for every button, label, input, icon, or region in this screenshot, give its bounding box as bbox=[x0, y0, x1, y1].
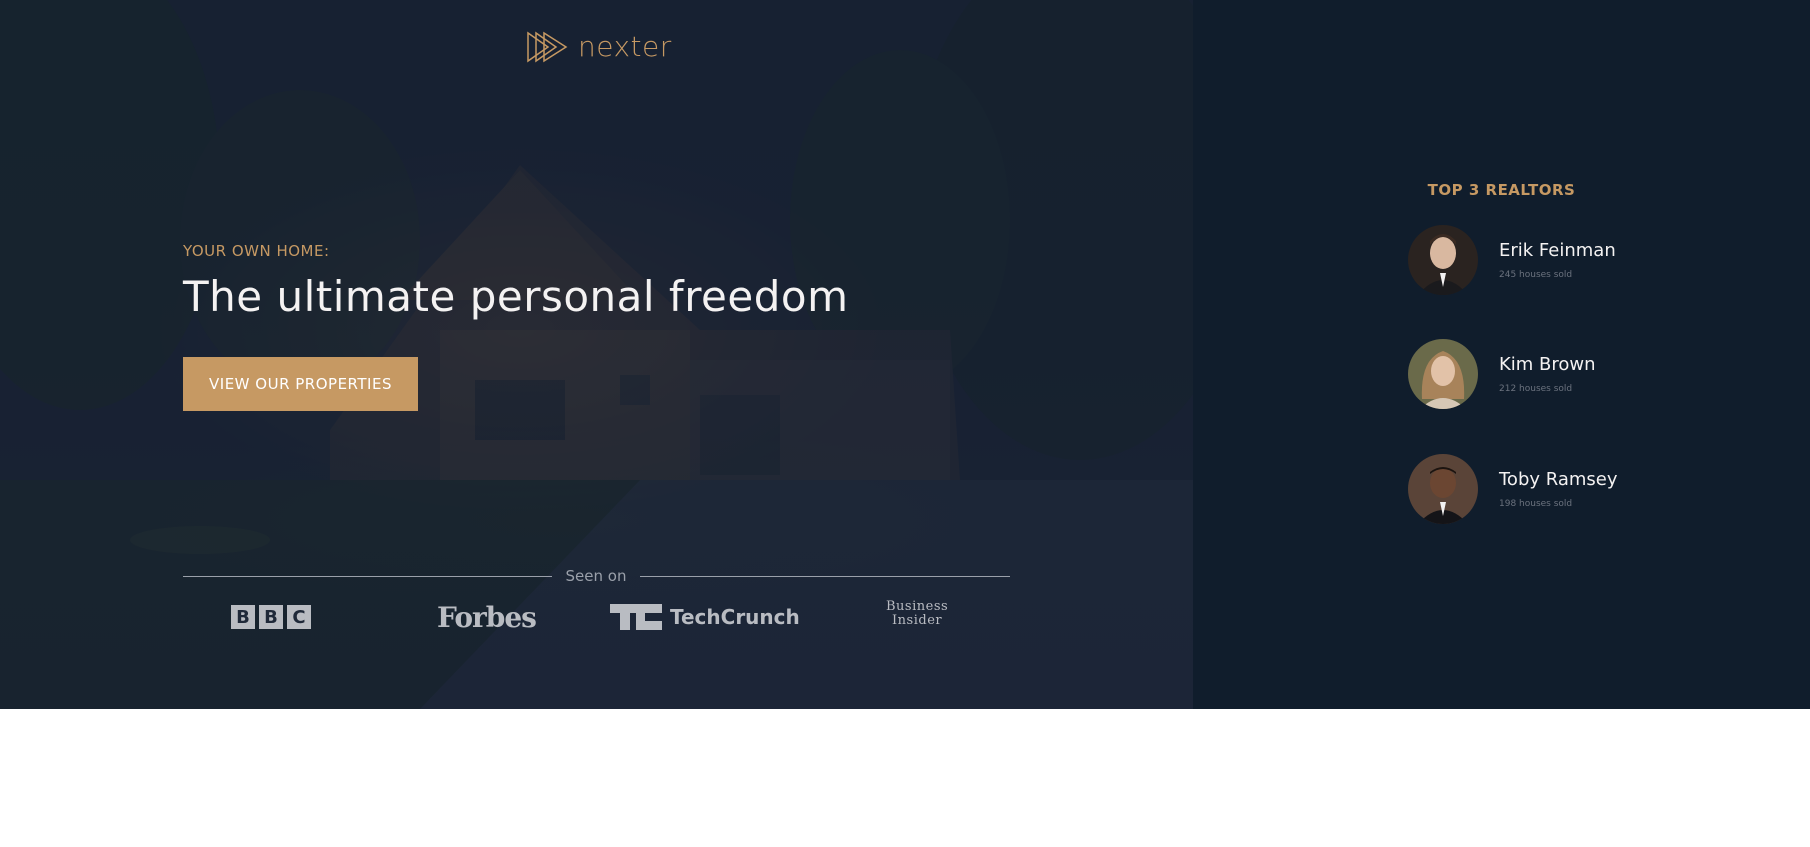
realtors-heading: Top 3 Realtors bbox=[1427, 181, 1576, 199]
business-insider-logo: Business Insider bbox=[886, 600, 948, 634]
seen-on-divider: Seen on bbox=[183, 565, 1010, 587]
techcrunch-wordmark: TechCrunch bbox=[670, 605, 800, 629]
bbc-letter: B bbox=[259, 605, 283, 629]
hero-title: The ultimate personal freedom bbox=[183, 272, 849, 321]
techcrunch-logo: TechCrunch bbox=[610, 600, 800, 634]
brand-logo[interactable]: nexter bbox=[526, 30, 672, 63]
realtors-panel: Top 3 Realtors Erik Feinman 245 houses s… bbox=[1193, 0, 1810, 709]
realtor-item[interactable]: Erik Feinman 245 houses sold bbox=[1408, 225, 1616, 295]
realtor-item[interactable]: Kim Brown 212 houses sold bbox=[1408, 339, 1596, 409]
realtor-info: Erik Feinman 245 houses sold bbox=[1499, 240, 1616, 280]
realtor-photo-icon bbox=[1408, 339, 1478, 409]
hero-overlay bbox=[0, 0, 1193, 709]
view-properties-button[interactable]: View our properties bbox=[183, 357, 418, 411]
realtor-item[interactable]: Toby Ramsey 198 houses sold bbox=[1408, 454, 1618, 524]
avatar bbox=[1408, 339, 1478, 409]
avatar bbox=[1408, 454, 1478, 524]
realtor-photo-icon bbox=[1408, 225, 1478, 295]
avatar bbox=[1408, 225, 1478, 295]
divider-line-left bbox=[183, 576, 552, 577]
brand-name: nexter bbox=[578, 30, 672, 63]
realtor-name: Erik Feinman bbox=[1499, 240, 1616, 261]
bbc-logo: B B C bbox=[231, 600, 311, 634]
page-body-blank bbox=[0, 709, 1810, 847]
divider-line-right bbox=[640, 576, 1010, 577]
hero-subtitle: Your own home: bbox=[183, 242, 330, 260]
realtor-name: Toby Ramsey bbox=[1499, 469, 1618, 490]
tc-mark-icon bbox=[610, 604, 662, 630]
realtor-name: Kim Brown bbox=[1499, 354, 1596, 375]
realtor-sales: 212 houses sold bbox=[1499, 384, 1573, 394]
realtor-info: Kim Brown 212 houses sold bbox=[1499, 354, 1596, 394]
bbc-letter: C bbox=[287, 605, 311, 629]
realtor-sales: 245 houses sold bbox=[1499, 270, 1573, 280]
forbes-logo: Forbes bbox=[437, 600, 537, 634]
business-insider-line: Insider bbox=[892, 613, 943, 628]
bbc-letter: B bbox=[231, 605, 255, 629]
hero-section: nexter Your own home: The ultimate perso… bbox=[0, 0, 1193, 709]
play-triangles-icon bbox=[527, 31, 568, 62]
realtor-sales: 198 houses sold bbox=[1499, 499, 1573, 509]
realtor-info: Toby Ramsey 198 houses sold bbox=[1499, 469, 1618, 509]
seen-on-label: Seen on bbox=[565, 567, 627, 585]
realtor-photo-icon bbox=[1408, 454, 1478, 524]
business-insider-line: Business bbox=[886, 599, 949, 614]
